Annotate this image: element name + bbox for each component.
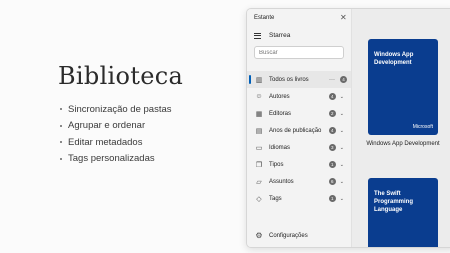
settings-button[interactable]: ⚙ Configurações — [254, 231, 308, 240]
sidebar-item-label: Anos de publicação — [269, 127, 322, 134]
chat-icon: ▭ — [255, 144, 263, 152]
count-badge: 4 — [340, 76, 347, 83]
sidebar-item-idiomas[interactable]: ▭ Idiomas 3 ⌄ — [247, 139, 351, 156]
library-icon: ▥ — [255, 76, 263, 84]
feature-item: Agrupar e ordenar — [60, 118, 172, 135]
folder-icon: ▱ — [256, 178, 262, 186]
feature-item: Sincronização de pastas — [60, 101, 172, 118]
window-title: Estante — [254, 15, 275, 21]
count-badge: 4 — [328, 127, 336, 134]
gear-icon: ⚙ — [255, 231, 263, 240]
count-badge: 6 — [328, 178, 336, 185]
book-cover-title: The Swift Programming Language — [374, 191, 414, 213]
more-icon[interactable]: ··· — [329, 77, 335, 83]
chevron-down-icon[interactable]: ⌄ — [340, 162, 344, 168]
hamburger-icon[interactable] — [254, 32, 261, 39]
sidebar-item-anos[interactable]: ▤ Anos de publicação 4 ⌄ — [247, 122, 351, 139]
bullet-icon — [60, 108, 62, 111]
chevron-down-icon[interactable]: ⌄ — [340, 111, 344, 117]
chevron-down-icon[interactable]: ⌄ — [340, 94, 344, 100]
chevron-down-icon[interactable]: ⌄ — [340, 179, 344, 185]
book-cover-title: Windows App Development — [374, 52, 414, 66]
sidebar-item-label: Tags — [269, 195, 282, 202]
book-cover[interactable]: Windows App Development Microsoft — [368, 39, 438, 135]
book-cover[interactable]: The Swift Programming Language — [368, 178, 438, 247]
feature-list: Sincronização de pastas Agrupar e ordena… — [60, 101, 172, 167]
sidebar-item-label: Todos os livros — [269, 76, 309, 83]
sidebar: Estante ✕ Starrea ▥ Todos os livros ··· … — [247, 9, 351, 247]
sidebar-item-label: Assuntos — [269, 178, 294, 185]
chevron-down-icon[interactable]: ⌄ — [340, 196, 344, 202]
feature-text: Agrupar e ordenar — [68, 120, 146, 132]
sidebar-item-autores[interactable]: ☺ Autores 4 ⌄ — [247, 88, 351, 105]
sidebar-item-assuntos[interactable]: ▱ Assuntos 6 ⌄ — [247, 173, 351, 190]
settings-label: Configurações — [269, 232, 308, 239]
count-badge: 2 — [328, 110, 336, 117]
count-badge: 3 — [328, 144, 336, 151]
sidebar-item-label: Idiomas — [269, 144, 291, 151]
sidebar-item-todos-os-livros[interactable]: ▥ Todos os livros ··· 4 — [247, 71, 351, 88]
feature-text: Editar metadados — [68, 136, 143, 148]
tag-icon: ◇ — [256, 195, 262, 203]
screen: Biblioteca Sincronização de pastas Agrup… — [0, 0, 450, 253]
sidebar-item-editoras[interactable]: ▦ Editoras 2 ⌄ — [247, 105, 351, 122]
chevron-down-icon[interactable]: ⌄ — [340, 145, 344, 151]
count-badge: 1 — [328, 195, 336, 202]
menu-row: Starrea — [254, 32, 290, 39]
person-icon: ☺ — [255, 93, 263, 100]
sidebar-nav: ▥ Todos os livros ··· 4 ☺ Autores 4 ⌄ ▦ … — [247, 71, 351, 207]
count-badge: 1 — [328, 161, 336, 168]
bullet-icon — [60, 124, 62, 127]
bullet-icon — [60, 157, 62, 160]
building-icon: ▦ — [255, 110, 263, 118]
book-grid: Windows App Development Microsoft Window… — [351, 9, 450, 247]
app-name: Starrea — [269, 32, 291, 39]
chevron-down-icon[interactable]: ⌄ — [340, 128, 344, 134]
calendar-icon: ▤ — [255, 127, 263, 135]
sidebar-item-label: Tipos — [269, 161, 284, 168]
promo-title: Biblioteca — [58, 62, 184, 90]
close-icon[interactable]: ✕ — [340, 13, 347, 22]
sidebar-item-tags[interactable]: ◇ Tags 1 ⌄ — [247, 190, 351, 207]
sidebar-item-tipos[interactable]: ❐ Tipos 1 ⌄ — [247, 156, 351, 173]
app-window: Estante ✕ Starrea ▥ Todos os livros ··· … — [246, 8, 450, 248]
feature-text: Tags personalizadas — [68, 153, 155, 165]
book-publisher: Microsoft — [412, 124, 433, 130]
sidebar-item-label: Editoras — [269, 110, 292, 117]
copy-icon: ❐ — [255, 161, 263, 169]
feature-item: Tags personalizadas — [60, 151, 172, 168]
feature-item: Editar metadados — [60, 134, 172, 151]
bullet-icon — [60, 141, 62, 144]
search-input[interactable] — [254, 46, 344, 59]
count-badge: 4 — [328, 93, 336, 100]
book-caption[interactable]: Windows App Development — [360, 140, 446, 148]
sidebar-item-label: Autores — [269, 93, 290, 100]
feature-text: Sincronização de pastas — [68, 103, 172, 115]
